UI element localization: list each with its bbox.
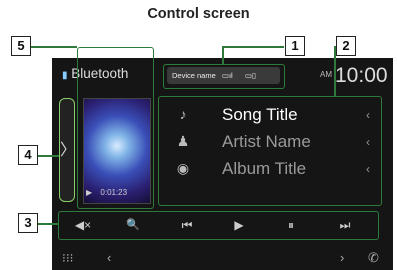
callout-1-frame xyxy=(163,64,285,89)
callout-5: 5 xyxy=(11,36,31,56)
page-title: Control screen xyxy=(147,6,250,22)
clock-am: AM xyxy=(320,70,332,79)
callout-1: 1 xyxy=(285,36,305,56)
clock-time: 10:00 xyxy=(335,64,388,87)
callout-3: 3 xyxy=(18,213,38,233)
callout-2-frame xyxy=(158,96,382,206)
bottom-bar: ⁝⁝⁝ ‹ › ✆ xyxy=(52,246,393,270)
back-arrow-icon[interactable]: ‹ xyxy=(107,246,111,270)
callout-4: 4 xyxy=(18,145,38,165)
side-menu-tab[interactable]: 〉 xyxy=(59,98,77,202)
callout-3-frame xyxy=(58,211,379,240)
callout-2: 2 xyxy=(336,36,356,56)
callout-5-frame xyxy=(77,47,154,209)
menu-grid-icon[interactable]: ⁝⁝⁝ xyxy=(62,246,73,270)
phone-icon: ▮ xyxy=(62,70,68,81)
forward-arrow-icon[interactable]: › xyxy=(340,246,344,270)
chevron-right-icon: 〉 xyxy=(60,142,77,159)
phone-call-icon[interactable]: ✆ xyxy=(368,246,379,270)
